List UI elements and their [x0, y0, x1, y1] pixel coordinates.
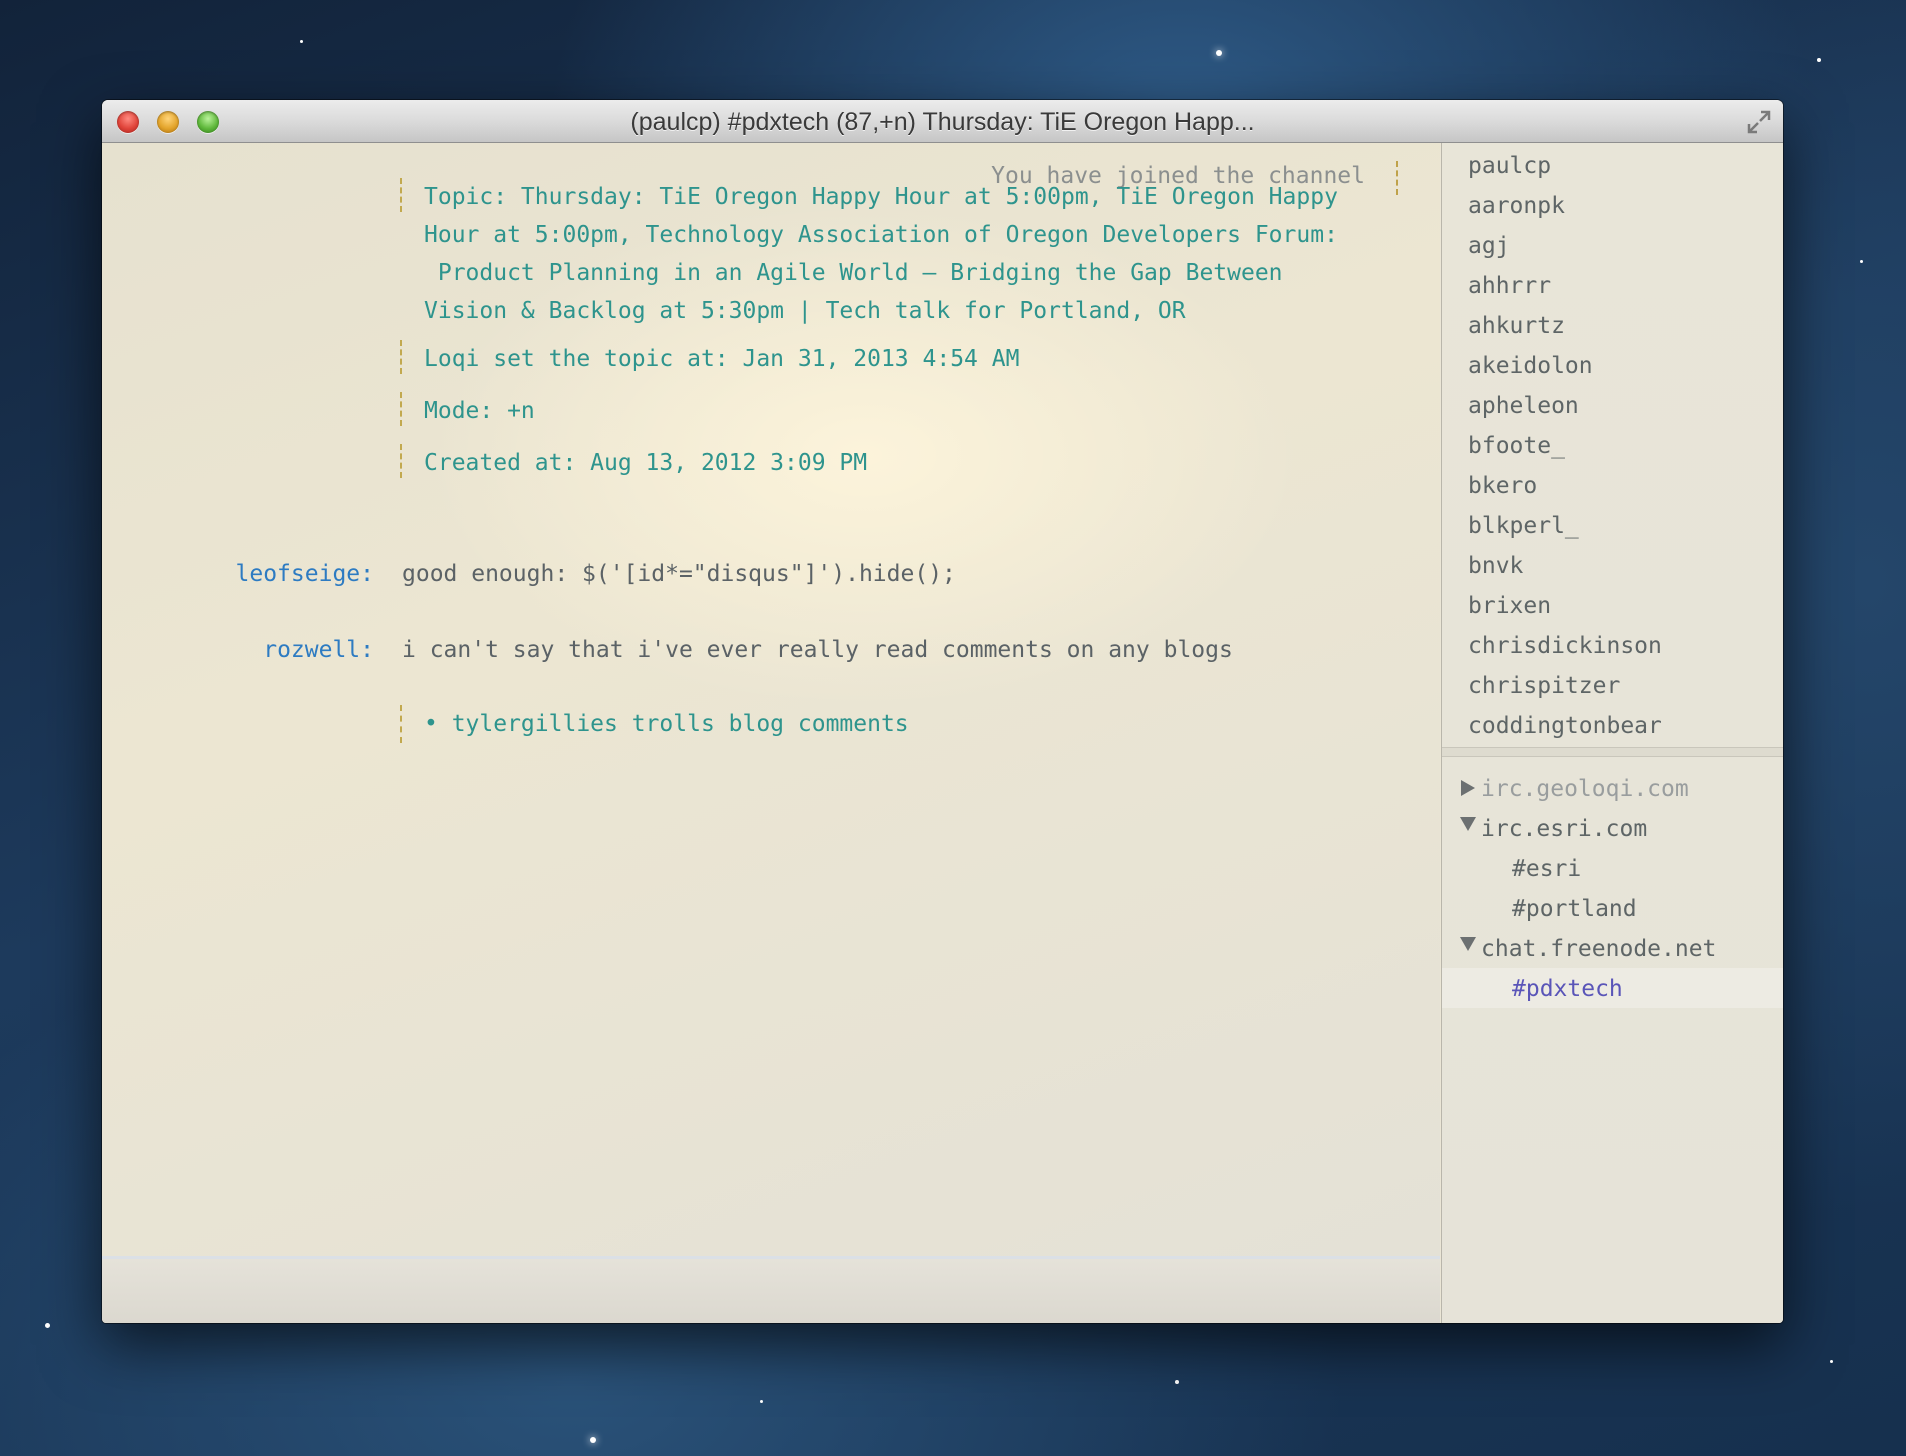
user-list-item[interactable]: brixen — [1468, 593, 1551, 619]
user-list-item[interactable]: paulcp — [1468, 153, 1551, 179]
fullscreen-icon[interactable] — [1745, 108, 1773, 136]
channel-item-portland[interactable]: #portland — [1512, 896, 1637, 922]
user-list-item[interactable]: bnvk — [1468, 553, 1523, 579]
channel-item-esri[interactable]: #esri — [1512, 856, 1581, 882]
background-star — [1860, 260, 1863, 263]
user-list-item[interactable]: agj — [1468, 233, 1510, 259]
user-list-item[interactable]: chrisdickinson — [1468, 633, 1662, 659]
mode-block: Mode: +n — [400, 392, 535, 430]
user-list[interactable]: paulcp aaronpk agj ahhrrr ahkurtz akeido… — [1442, 143, 1783, 743]
message-text: i can't say that i've ever really read c… — [402, 637, 1233, 663]
created-block: Created at: Aug 13, 2012 3:09 PM — [400, 444, 867, 482]
user-list-item[interactable]: aaronpk — [1468, 193, 1565, 219]
user-list-item[interactable]: coddingtonbear — [1468, 713, 1662, 739]
user-list-item[interactable]: blkperl_ — [1468, 513, 1579, 539]
window-title: (paulcp) #pdxtech (87,+n) Thursday: TiE … — [630, 108, 1255, 136]
message-nick[interactable]: rozwell: — [102, 637, 374, 663]
action-block: • tylergillies trolls blog comments — [400, 705, 909, 743]
sidebar-divider[interactable] — [1442, 747, 1783, 757]
disclosure-expanded-icon[interactable] — [1460, 817, 1476, 831]
event-marker — [400, 444, 402, 478]
message-nick[interactable]: leofseige: — [102, 561, 374, 587]
server-item-freenode[interactable]: chat.freenode.net — [1481, 936, 1716, 962]
background-star — [760, 1400, 763, 1403]
background-star — [1216, 50, 1222, 56]
topic-line: Hour at 5:00pm, Technology Association o… — [424, 222, 1338, 248]
event-marker — [400, 340, 402, 374]
background-star — [1175, 1380, 1179, 1384]
user-list-item[interactable]: akeidolon — [1468, 353, 1593, 379]
background-star — [1830, 1360, 1833, 1363]
disclosure-collapsed-icon[interactable] — [1461, 780, 1475, 796]
created-line: Created at: Aug 13, 2012 3:09 PM — [424, 450, 868, 476]
event-marker — [400, 705, 402, 743]
close-button[interactable] — [117, 111, 139, 133]
topic-line: Topic: Thursday: TiE Oregon Happy Hour a… — [424, 184, 1338, 210]
server-item-geoloqi[interactable]: irc.geoloqi.com — [1481, 776, 1689, 802]
topic-set-line: Loqi set the topic at: Jan 31, 2013 4:54… — [424, 346, 1020, 372]
user-list-item[interactable]: apheleon — [1468, 393, 1579, 419]
user-list-item[interactable]: chrispitzer — [1468, 673, 1620, 699]
zoom-button[interactable] — [197, 111, 219, 133]
message-text: good enough: $('[id*="disqus"]').hide(); — [402, 561, 956, 587]
event-marker — [400, 178, 402, 212]
topic-line: Product Planning in an Agile World – Bri… — [424, 260, 1283, 286]
event-marker — [1396, 161, 1398, 195]
server-item-esri[interactable]: irc.esri.com — [1481, 816, 1647, 842]
background-star — [590, 1437, 596, 1443]
irc-client-window: (paulcp) #pdxtech (87,+n) Thursday: TiE … — [102, 100, 1783, 1323]
action-line: • tylergillies trolls blog comments — [424, 711, 909, 737]
background-star — [45, 1323, 50, 1328]
chat-log[interactable]: You have joined the channel Topic: Thurs… — [102, 143, 1440, 1258]
sidebar: paulcp aaronpk agj ahhrrr ahkurtz akeido… — [1441, 143, 1783, 1323]
background-star — [300, 40, 303, 43]
user-list-item[interactable]: bkero — [1468, 473, 1537, 499]
title-bar[interactable]: (paulcp) #pdxtech (87,+n) Thursday: TiE … — [102, 100, 1783, 143]
message-input[interactable] — [102, 1256, 1440, 1323]
mode-line: Mode: +n — [424, 398, 535, 424]
disclosure-expanded-icon[interactable] — [1460, 937, 1476, 951]
user-list-item[interactable]: ahhrrr — [1468, 273, 1551, 299]
topic-set-block: Loqi set the topic at: Jan 31, 2013 4:54… — [400, 340, 1019, 378]
user-list-item[interactable]: bfoote_ — [1468, 433, 1565, 459]
event-marker — [400, 392, 402, 426]
minimize-button[interactable] — [157, 111, 179, 133]
background-star — [1817, 58, 1821, 62]
user-list-item[interactable]: ahkurtz — [1468, 313, 1565, 339]
channel-item-pdxtech[interactable]: #pdxtech — [1512, 976, 1623, 1002]
topic-block: Topic: Thursday: TiE Oregon Happy Hour a… — [400, 178, 1338, 330]
topic-line: Vision & Backlog at 5:30pm | Tech talk f… — [424, 298, 1186, 324]
